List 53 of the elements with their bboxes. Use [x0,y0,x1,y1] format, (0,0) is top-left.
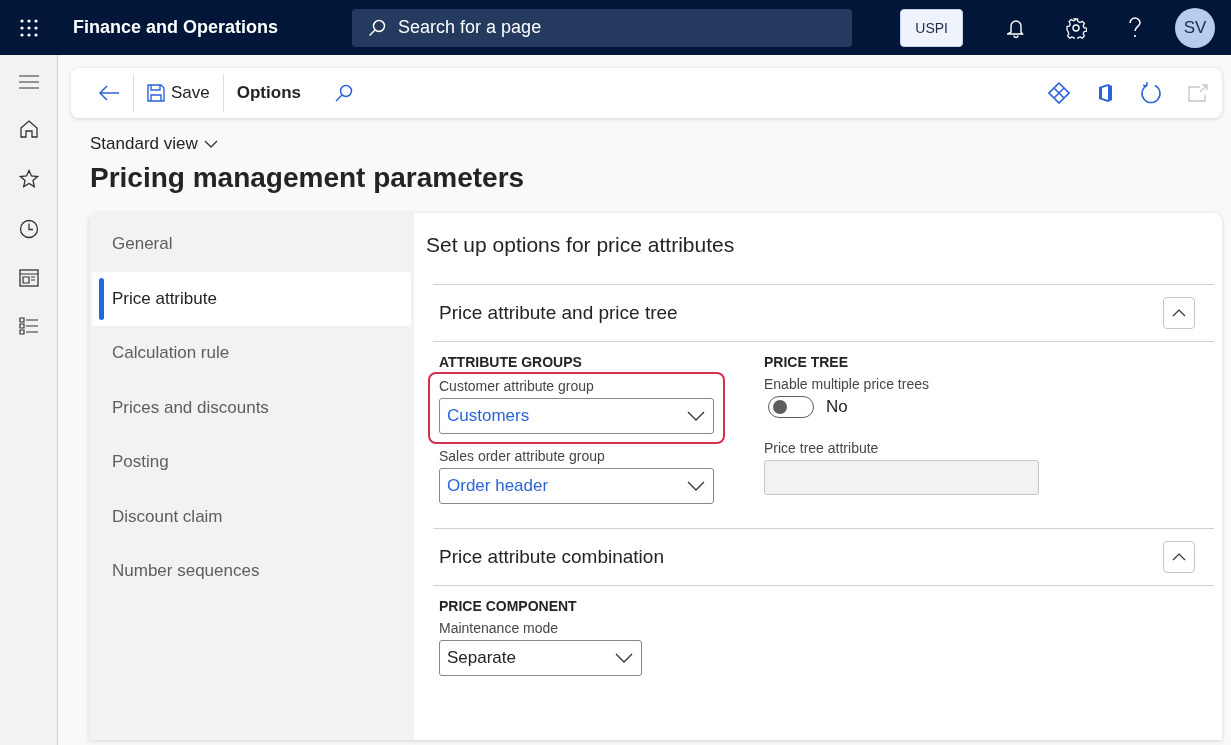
home-icon[interactable] [18,119,39,139]
vertical-tab[interactable]: Prices and discounts [92,380,411,435]
save-icon [147,84,165,102]
chevron-up-icon [1172,553,1186,561]
chevron-down-icon [687,411,705,421]
pane-title: Set up options for price attributes [426,233,736,257]
search-icon [368,18,387,37]
chevron-down-icon [203,140,218,148]
vertical-tab[interactable]: General [92,217,411,272]
field-label: Price tree attribute [764,440,880,456]
refresh-icon[interactable] [1140,82,1162,104]
company-button[interactable]: USPI [900,8,963,47]
save-button[interactable]: Save [147,83,210,103]
app-name[interactable]: Finance and Operations [73,17,279,38]
clock-icon[interactable] [18,219,39,239]
vertical-tab[interactable]: Number sequences [92,544,411,599]
chevron-down-icon [687,481,705,491]
user-avatar[interactable]: SV [1175,7,1215,48]
office-icon[interactable] [1096,83,1114,103]
view-selector[interactable]: Standard view [90,134,218,154]
field-label: Customer attribute group [439,378,595,394]
field-label: Maintenance mode [439,620,560,636]
back-arrow-icon[interactable] [98,84,120,102]
group-heading: PRICE COMPONENT [439,598,578,614]
dropdown-field[interactable]: Customers [439,398,714,434]
workspace-icon[interactable] [18,269,39,287]
help-icon[interactable] [1127,16,1143,39]
vertical-tab[interactable]: Calculation rule [92,326,411,381]
vertical-tab[interactable]: Price attribute [92,271,411,326]
search-icon[interactable] [333,83,354,103]
options-button[interactable]: Options [236,83,301,103]
vertical-tab[interactable]: Posting [92,435,411,490]
settings-icon[interactable] [1065,16,1087,39]
vertical-tab[interactable]: Discount claim [92,489,411,544]
search-field[interactable]: Search for a page [352,8,853,47]
diamond-grid-icon[interactable] [1048,82,1070,104]
toggle-value: No [826,397,848,417]
menu-icon[interactable] [18,75,39,89]
star-icon[interactable] [18,169,39,189]
app-launcher-icon[interactable] [19,17,39,38]
chevron-up-icon [1172,309,1186,317]
dropdown-field[interactable]: Order header [439,468,714,504]
chevron-down-icon [615,653,633,663]
group-heading: PRICE TREE [764,354,849,370]
list-icon[interactable] [18,317,39,335]
dropdown-field[interactable]: Separate [439,640,642,676]
bell-icon[interactable] [1007,17,1025,38]
field-label: Enable multiple price trees [764,376,930,392]
group-heading: ATTRIBUTE GROUPS [439,354,583,370]
page-title: Pricing management parameters [90,162,526,194]
section-title: Price attribute combination [439,546,664,568]
section-title: Price attribute and price tree [439,302,678,324]
field-label: Sales order attribute group [439,448,606,464]
